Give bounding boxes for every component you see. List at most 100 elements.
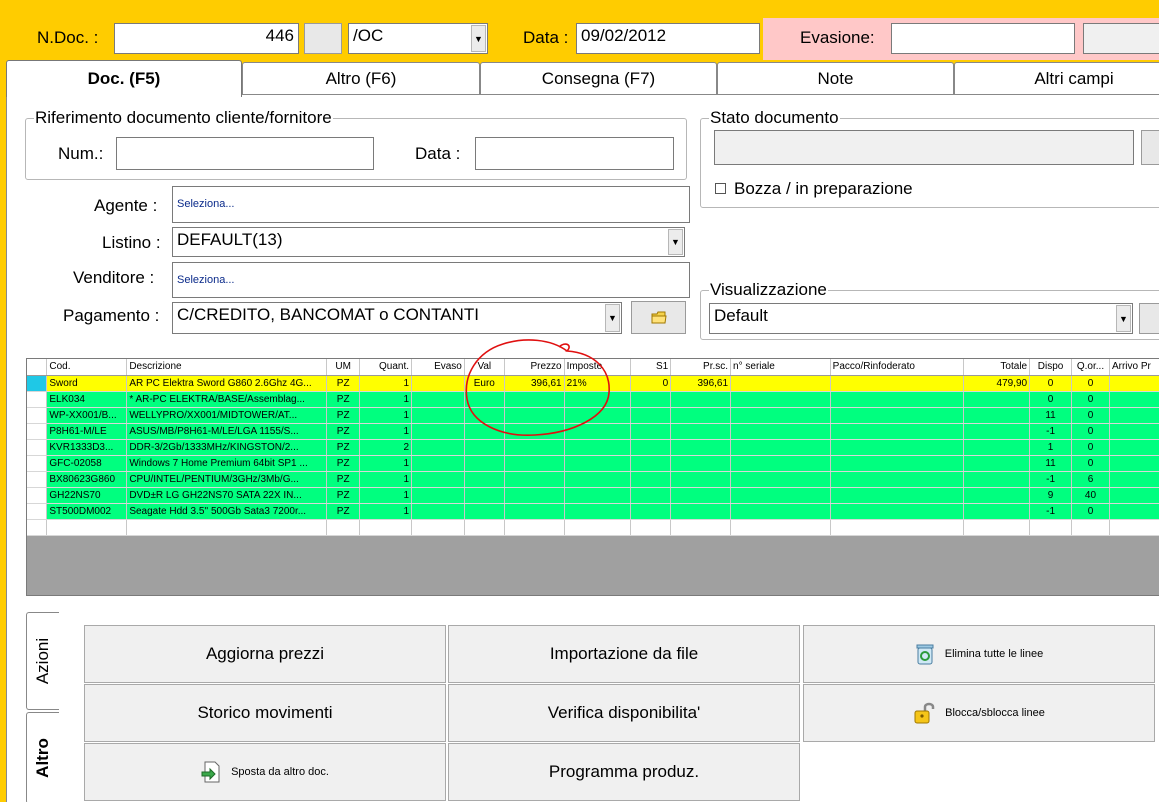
cell-seriale[interactable] [730,487,831,504]
cell-desc[interactable]: AR PC Elektra Sword G860 2.6Ghz 4G... [126,375,328,392]
cell-quant[interactable]: 1 [359,487,413,504]
cell-arrivo[interactable] [1109,423,1159,440]
col-header-arrivo[interactable]: Arrivo Pr [1109,359,1159,376]
col-header-pacco[interactable]: Pacco/Rinfoderato [830,359,965,376]
cell-desc[interactable]: DVD±R LG GH22NS70 SATA 22X IN... [126,487,328,504]
evasione-input[interactable] [891,23,1075,54]
cell-arrivo[interactable] [1109,503,1159,520]
cell-s1[interactable] [630,487,672,504]
cell-prezzo[interactable] [504,503,565,520]
row-indicator[interactable] [27,375,48,392]
cell-dispo[interactable]: -1 [1029,423,1073,440]
cell-pacco[interactable] [830,423,965,440]
cell-um[interactable]: PZ [326,423,361,440]
cell-prezzo[interactable] [504,519,565,536]
table-row[interactable]: BX80623G860 CPU/INTEL/PENTIUM/3GHz/3Mb/G.… [27,471,1159,488]
listino-dropdown[interactable]: DEFAULT(13) ▼ [172,227,685,257]
cell-evaso[interactable] [411,455,465,472]
date-input[interactable]: 09/02/2012 [576,23,760,54]
cell-prsc[interactable] [670,423,732,440]
table-row[interactable]: GFC-02058 Windows 7 Home Premium 64bit SP… [27,455,1159,472]
aggiorna-prezzi-button[interactable]: Aggiorna prezzi [84,625,446,683]
cell-seriale[interactable] [730,455,831,472]
riferimento-data-input[interactable] [475,137,674,170]
cell-imposte[interactable] [564,455,632,472]
cell-um[interactable]: PZ [326,487,361,504]
col-header-dispo[interactable]: Dispo [1029,359,1073,376]
row-indicator[interactable] [27,503,48,520]
cell-cod[interactable]: ST500DM002 [46,503,128,520]
cell-desc[interactable] [126,519,328,536]
cell-seriale[interactable] [730,471,831,488]
cell-s1[interactable] [630,519,672,536]
cell-evaso[interactable] [411,519,465,536]
tab-altri-campi[interactable]: Altri campi [954,62,1159,95]
cell-qor[interactable]: 0 [1071,391,1110,408]
cell-imposte[interactable] [564,487,632,504]
cell-dispo[interactable]: 11 [1029,407,1073,424]
row-indicator[interactable] [27,519,48,536]
cell-prezzo[interactable] [504,487,565,504]
cell-qor[interactable]: 0 [1071,439,1110,456]
side-tab-altro[interactable]: Altro [26,712,59,802]
cell-dispo[interactable] [1029,519,1073,536]
cell-arrivo[interactable] [1109,455,1159,472]
agente-input[interactable]: Seleziona... [172,186,690,223]
cell-qor[interactable] [1071,519,1110,536]
cell-prsc[interactable] [670,519,732,536]
row-indicator[interactable] [27,487,48,504]
cell-val[interactable] [464,487,505,504]
col-header-prsc[interactable]: Pr.sc. [670,359,732,376]
cell-totale[interactable] [963,455,1031,472]
cell-quant[interactable]: 1 [359,455,413,472]
cell-pacco[interactable] [830,407,965,424]
cell-totale[interactable] [963,439,1031,456]
venditore-input[interactable]: Seleziona... [172,262,690,298]
cell-arrivo[interactable] [1109,471,1159,488]
cell-imposte[interactable] [564,471,632,488]
cell-quant[interactable]: 1 [359,391,413,408]
cell-s1[interactable] [630,471,672,488]
cell-seriale[interactable] [730,439,831,456]
cell-desc[interactable]: DDR-3/2Gb/1333MHz/KINGSTON/2... [126,439,328,456]
col-header-um[interactable]: UM [326,359,361,376]
cell-qor[interactable]: 40 [1071,487,1110,504]
cell-cod[interactable]: GH22NS70 [46,487,128,504]
cell-pacco[interactable] [830,503,965,520]
cell-val[interactable] [464,455,505,472]
cell-dispo[interactable]: 11 [1029,455,1073,472]
sposta-button[interactable]: Sposta da altro doc. [84,743,446,801]
cell-evaso[interactable] [411,471,465,488]
side-tab-azioni[interactable]: Azioni [26,612,59,710]
cell-prsc[interactable] [670,407,732,424]
col-header-quant[interactable]: Quant. [359,359,413,376]
cell-um[interactable]: PZ [326,471,361,488]
table-row[interactable]: GH22NS70 DVD±R LG GH22NS70 SATA 22X IN...… [27,487,1159,504]
tab-consegna[interactable]: Consegna (F7) [480,62,717,95]
blocca-linee-button[interactable]: Blocca/sblocca linee [803,684,1155,742]
cell-totale[interactable] [963,519,1031,536]
cell-pacco[interactable] [830,519,965,536]
cell-dispo[interactable]: -1 [1029,503,1073,520]
cell-desc[interactable]: Seagate Hdd 3.5'' 500Gb Sata3 7200r... [126,503,328,520]
cell-qor[interactable]: 0 [1071,503,1110,520]
cell-qor[interactable]: 6 [1071,471,1110,488]
cell-s1[interactable]: 0 [630,375,672,392]
cell-dispo[interactable]: 9 [1029,487,1073,504]
num-input[interactable] [116,137,374,170]
cell-totale[interactable] [963,423,1031,440]
cell-imposte[interactable] [564,519,632,536]
cell-arrivo[interactable] [1109,391,1159,408]
verifica-disponibilita-button[interactable]: Verifica disponibilita' [448,684,800,742]
programma-produz-button[interactable]: Programma produz. [448,743,800,801]
cell-cod[interactable]: ELK034 [46,391,128,408]
cell-arrivo[interactable] [1109,519,1159,536]
cell-quant[interactable] [359,519,413,536]
cell-val[interactable] [464,519,505,536]
cell-qor[interactable]: 0 [1071,423,1110,440]
cell-quant[interactable]: 1 [359,503,413,520]
cell-seriale[interactable] [730,391,831,408]
cell-totale[interactable] [963,503,1031,520]
storico-movimenti-button[interactable]: Storico movimenti [84,684,446,742]
cell-prezzo[interactable] [504,471,565,488]
